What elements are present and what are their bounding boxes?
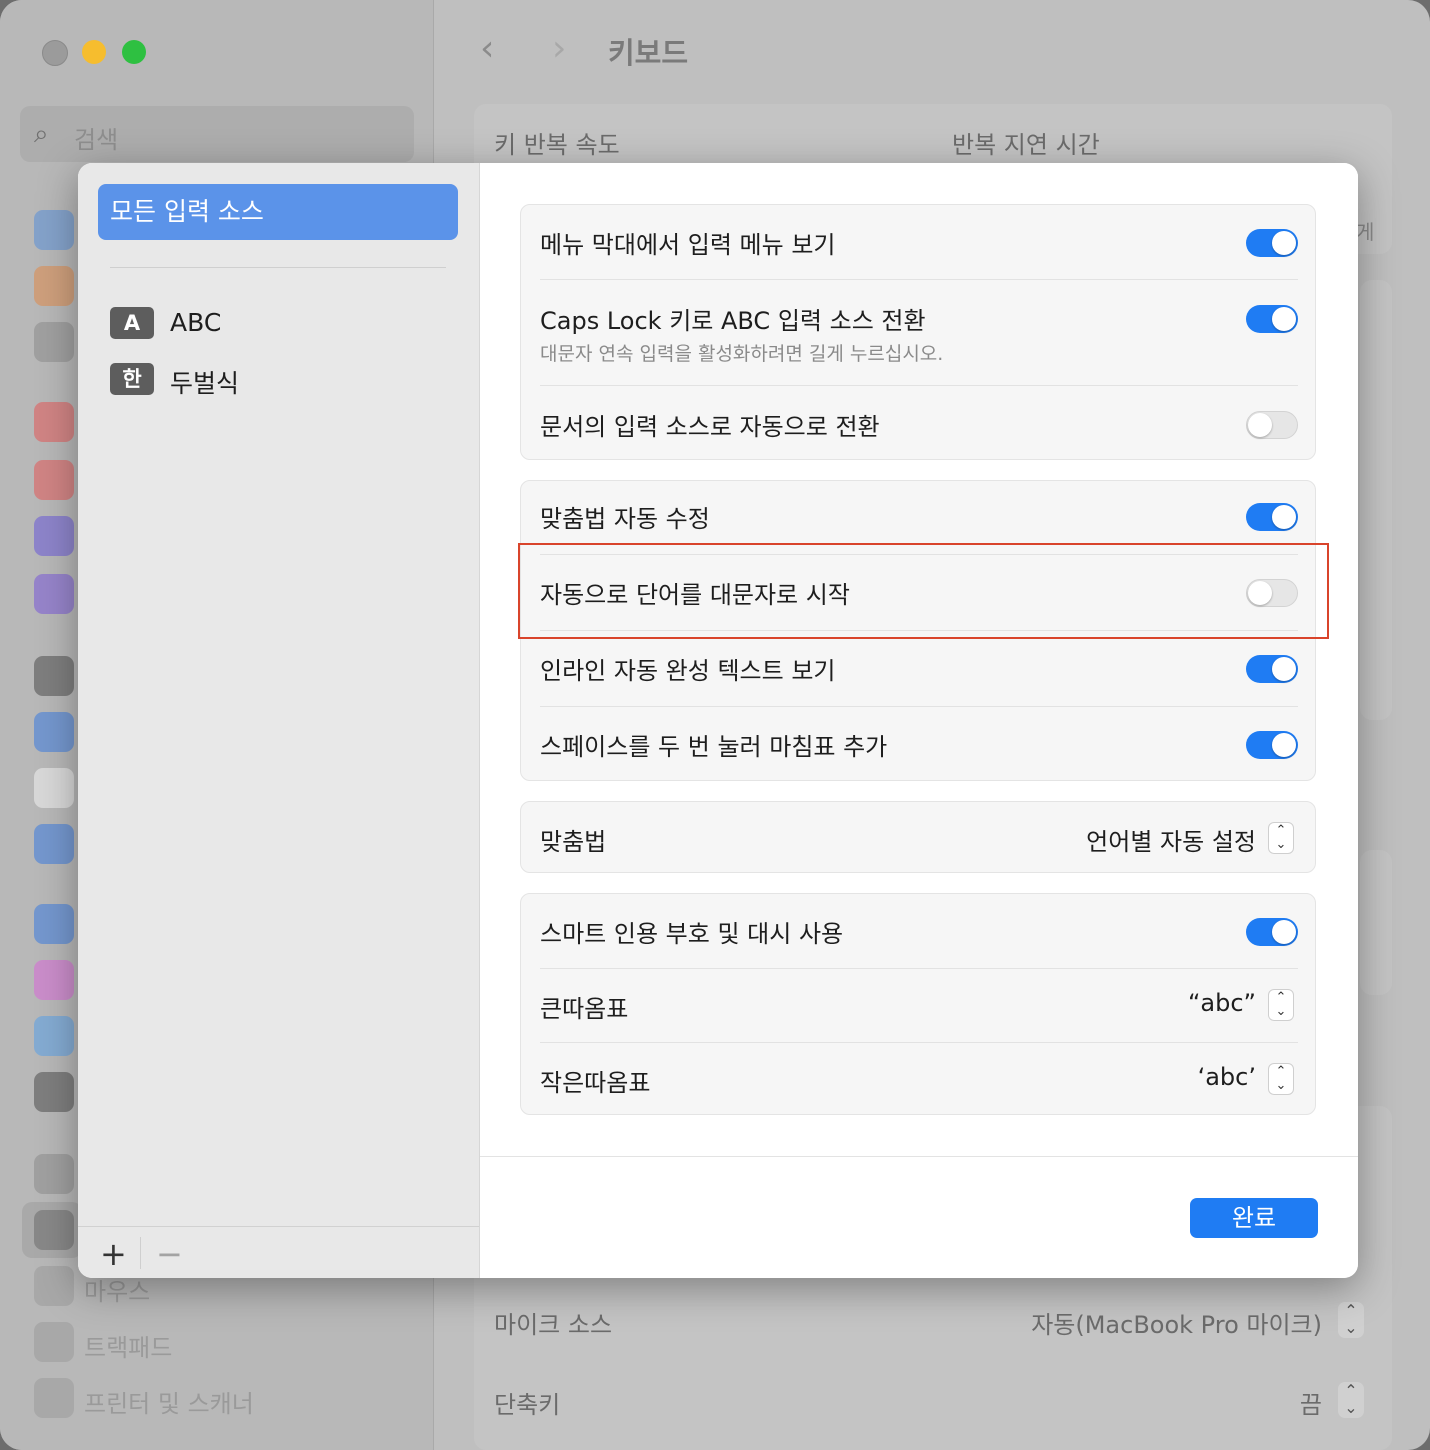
setting-row: Caps Lock 키로 ABC 입력 소스 전환 대문자 연속 입력을 활성화… xyxy=(540,281,1298,385)
wallpaper-icon[interactable] xyxy=(34,266,74,306)
spelling-stepper-icon[interactable]: ⌃ ⌄ xyxy=(1268,822,1294,854)
auto-capitalize-label: 자동으로 단어를 대문자로 시작 xyxy=(540,581,850,609)
single-quotes-stepper-icon[interactable]: ⌃ ⌄ xyxy=(1268,1063,1294,1095)
mouse-icon[interactable] xyxy=(34,1266,74,1306)
display-icon[interactable] xyxy=(34,210,74,250)
search-icon: ⌕ xyxy=(34,119,49,149)
setting-row: 문서의 입력 소스로 자동으로 전환 xyxy=(540,387,1298,461)
spelling-group: 맞춤법 언어별 자동 설정 ⌃ ⌄ xyxy=(520,801,1316,873)
focus-icon[interactable] xyxy=(34,516,74,556)
divider xyxy=(110,267,446,268)
touch-id-icon[interactable] xyxy=(34,768,74,808)
input-sources-list: 모든 입력 소스 A ABC 한 두벌식 + − xyxy=(78,163,480,1278)
divider xyxy=(540,385,1298,386)
setting-row: 자동으로 단어를 대문자로 시작 xyxy=(540,555,1298,631)
setting-row: 맞춤법 자동 수정 xyxy=(540,481,1298,555)
repeat-delay-label: 반복 지연 시간 xyxy=(952,131,1100,159)
auto-capitalize-toggle[interactable] xyxy=(1246,579,1298,607)
users-icon[interactable] xyxy=(34,824,74,864)
setting-row: 인라인 자동 완성 텍스트 보기 xyxy=(540,631,1298,707)
caps-lock-switch-toggle[interactable] xyxy=(1246,305,1298,333)
inline-predictive-label: 인라인 자동 완성 텍스트 보기 xyxy=(540,657,836,685)
done-button[interactable]: 완료 xyxy=(1190,1198,1318,1238)
smart-quotes-group: 스마트 인용 부호 및 대시 사용 큰따옴표 “abc” ⌃ ⌄ 작은따옴표 ‘a… xyxy=(520,893,1316,1115)
settings-card-edge-2 xyxy=(1360,850,1392,995)
smart-quotes-label: 스마트 인용 부호 및 대시 사용 xyxy=(540,920,844,948)
autocorrect-toggle[interactable] xyxy=(1246,503,1298,531)
lock-screen-icon[interactable] xyxy=(34,656,74,696)
autocorrect-label: 맞춤법 자동 수정 xyxy=(540,505,710,533)
auto-switch-source-label: 문서의 입력 소스로 자동으로 전환 xyxy=(540,413,880,441)
add-input-source-button[interactable]: + xyxy=(100,1235,127,1273)
input-source-options: 메뉴 막대에서 입력 메뉴 보기 Caps Lock 키로 ABC 입력 소스 … xyxy=(480,163,1358,1278)
search-placeholder: 검색 xyxy=(74,126,119,154)
spelling-value[interactable]: 언어별 자동 설정 xyxy=(1086,822,1256,857)
input-source-abc[interactable]: A ABC xyxy=(110,305,450,345)
input-source-label: ABC xyxy=(170,308,222,337)
single-quotes-label: 작은따옴표 xyxy=(540,1069,651,1097)
internet-accounts-icon[interactable] xyxy=(34,904,74,944)
search-field[interactable]: ⌕ 검색 xyxy=(20,106,414,162)
privacy-icon[interactable] xyxy=(34,712,74,752)
airpods-icon[interactable] xyxy=(34,1154,74,1194)
inline-predictive-toggle[interactable] xyxy=(1246,655,1298,683)
shortcut-label: 단축키 xyxy=(494,1391,561,1419)
mic-source-value[interactable]: 자동(MacBook Pro 마이크) xyxy=(1031,1305,1322,1340)
keyboard-icon[interactable] xyxy=(34,1210,74,1250)
printer-icon[interactable] xyxy=(34,1378,74,1418)
setting-row: 작은따옴표 ‘abc’ ⌃ ⌄ xyxy=(540,1043,1298,1115)
double-quotes-stepper-icon[interactable]: ⌃ ⌄ xyxy=(1268,989,1294,1021)
sidebar-item-printers[interactable]: 프린터 및 스캐너 xyxy=(84,1384,254,1419)
clipped-label: 게 xyxy=(1356,220,1375,244)
notifications-icon[interactable] xyxy=(34,402,74,442)
sound-icon[interactable] xyxy=(34,460,74,500)
divider xyxy=(140,1237,141,1269)
wallet-icon[interactable] xyxy=(34,1072,74,1112)
autocorrect-group: 맞춤법 자동 수정 자동으로 단어를 대문자로 시작 인라인 자동 완성 텍스트… xyxy=(520,480,1316,781)
screen-time-icon[interactable] xyxy=(34,574,74,614)
key-repeat-rate-label: 키 반복 속도 xyxy=(494,131,620,159)
divider xyxy=(78,1226,479,1227)
setting-row: 스페이스를 두 번 눌러 마침표 추가 xyxy=(540,707,1298,781)
double-quotes-label: 큰따옴표 xyxy=(540,995,629,1023)
setting-row: 스마트 인용 부호 및 대시 사용 xyxy=(540,894,1298,968)
caps-lock-switch-description: 대문자 연속 입력을 활성화하려면 길게 누르십시오. xyxy=(540,343,944,365)
trackpad-icon[interactable] xyxy=(34,1322,74,1362)
game-center-icon[interactable] xyxy=(34,960,74,1000)
divider xyxy=(540,279,1298,280)
input-source-label: 두벌식 xyxy=(170,369,240,398)
input-sources-sheet: 모든 입력 소스 A ABC 한 두벌식 + − 메뉴 막대에서 입력 메뉴 보… xyxy=(78,163,1358,1278)
smart-quotes-toggle[interactable] xyxy=(1246,918,1298,946)
auto-switch-source-toggle[interactable] xyxy=(1246,411,1298,439)
hangul-badge-icon: 한 xyxy=(110,363,154,395)
input-menu-group: 메뉴 막대에서 입력 메뉴 보기 Caps Lock 키로 ABC 입력 소스 … xyxy=(520,204,1316,460)
caps-lock-switch-label: Caps Lock 키로 ABC 입력 소스 전환 xyxy=(540,307,926,335)
abc-badge-icon: A xyxy=(110,307,154,339)
icloud-icon[interactable] xyxy=(34,1016,74,1056)
setting-row: 큰따옴표 “abc” ⌃ ⌄ xyxy=(540,969,1298,1043)
double-space-period-label: 스페이스를 두 번 눌러 마침표 추가 xyxy=(540,733,888,761)
all-input-sources-item[interactable]: 모든 입력 소스 xyxy=(98,184,458,240)
mic-source-stepper[interactable]: ⌃ ⌄ xyxy=(1338,1302,1364,1338)
remove-input-source-button[interactable]: − xyxy=(156,1235,183,1273)
single-quotes-value[interactable]: ‘abc’ xyxy=(1198,1063,1256,1091)
settings-card-edge xyxy=(1360,280,1392,720)
show-input-menu-label: 메뉴 막대에서 입력 메뉴 보기 xyxy=(540,231,836,259)
sidebar-item-trackpad[interactable]: 트랙패드 xyxy=(84,1328,172,1363)
shortcut-value[interactable]: 끔 xyxy=(1300,1385,1322,1420)
page-title: 키보드 xyxy=(608,36,689,70)
divider xyxy=(480,1156,1358,1157)
shortcut-stepper[interactable]: ⌃ ⌄ xyxy=(1338,1382,1364,1418)
show-input-menu-toggle[interactable] xyxy=(1246,229,1298,257)
double-space-period-toggle[interactable] xyxy=(1246,731,1298,759)
double-quotes-value[interactable]: “abc” xyxy=(1188,989,1256,1017)
spelling-label: 맞춤법 xyxy=(540,828,607,856)
input-source-dubeolsik[interactable]: 한 두벌식 xyxy=(110,361,450,401)
mic-source-label: 마이크 소스 xyxy=(494,1311,613,1339)
setting-row: 메뉴 막대에서 입력 메뉴 보기 xyxy=(540,205,1298,281)
setting-row: 맞춤법 언어별 자동 설정 ⌃ ⌄ xyxy=(540,802,1298,874)
spotlight-icon[interactable] xyxy=(34,322,74,362)
